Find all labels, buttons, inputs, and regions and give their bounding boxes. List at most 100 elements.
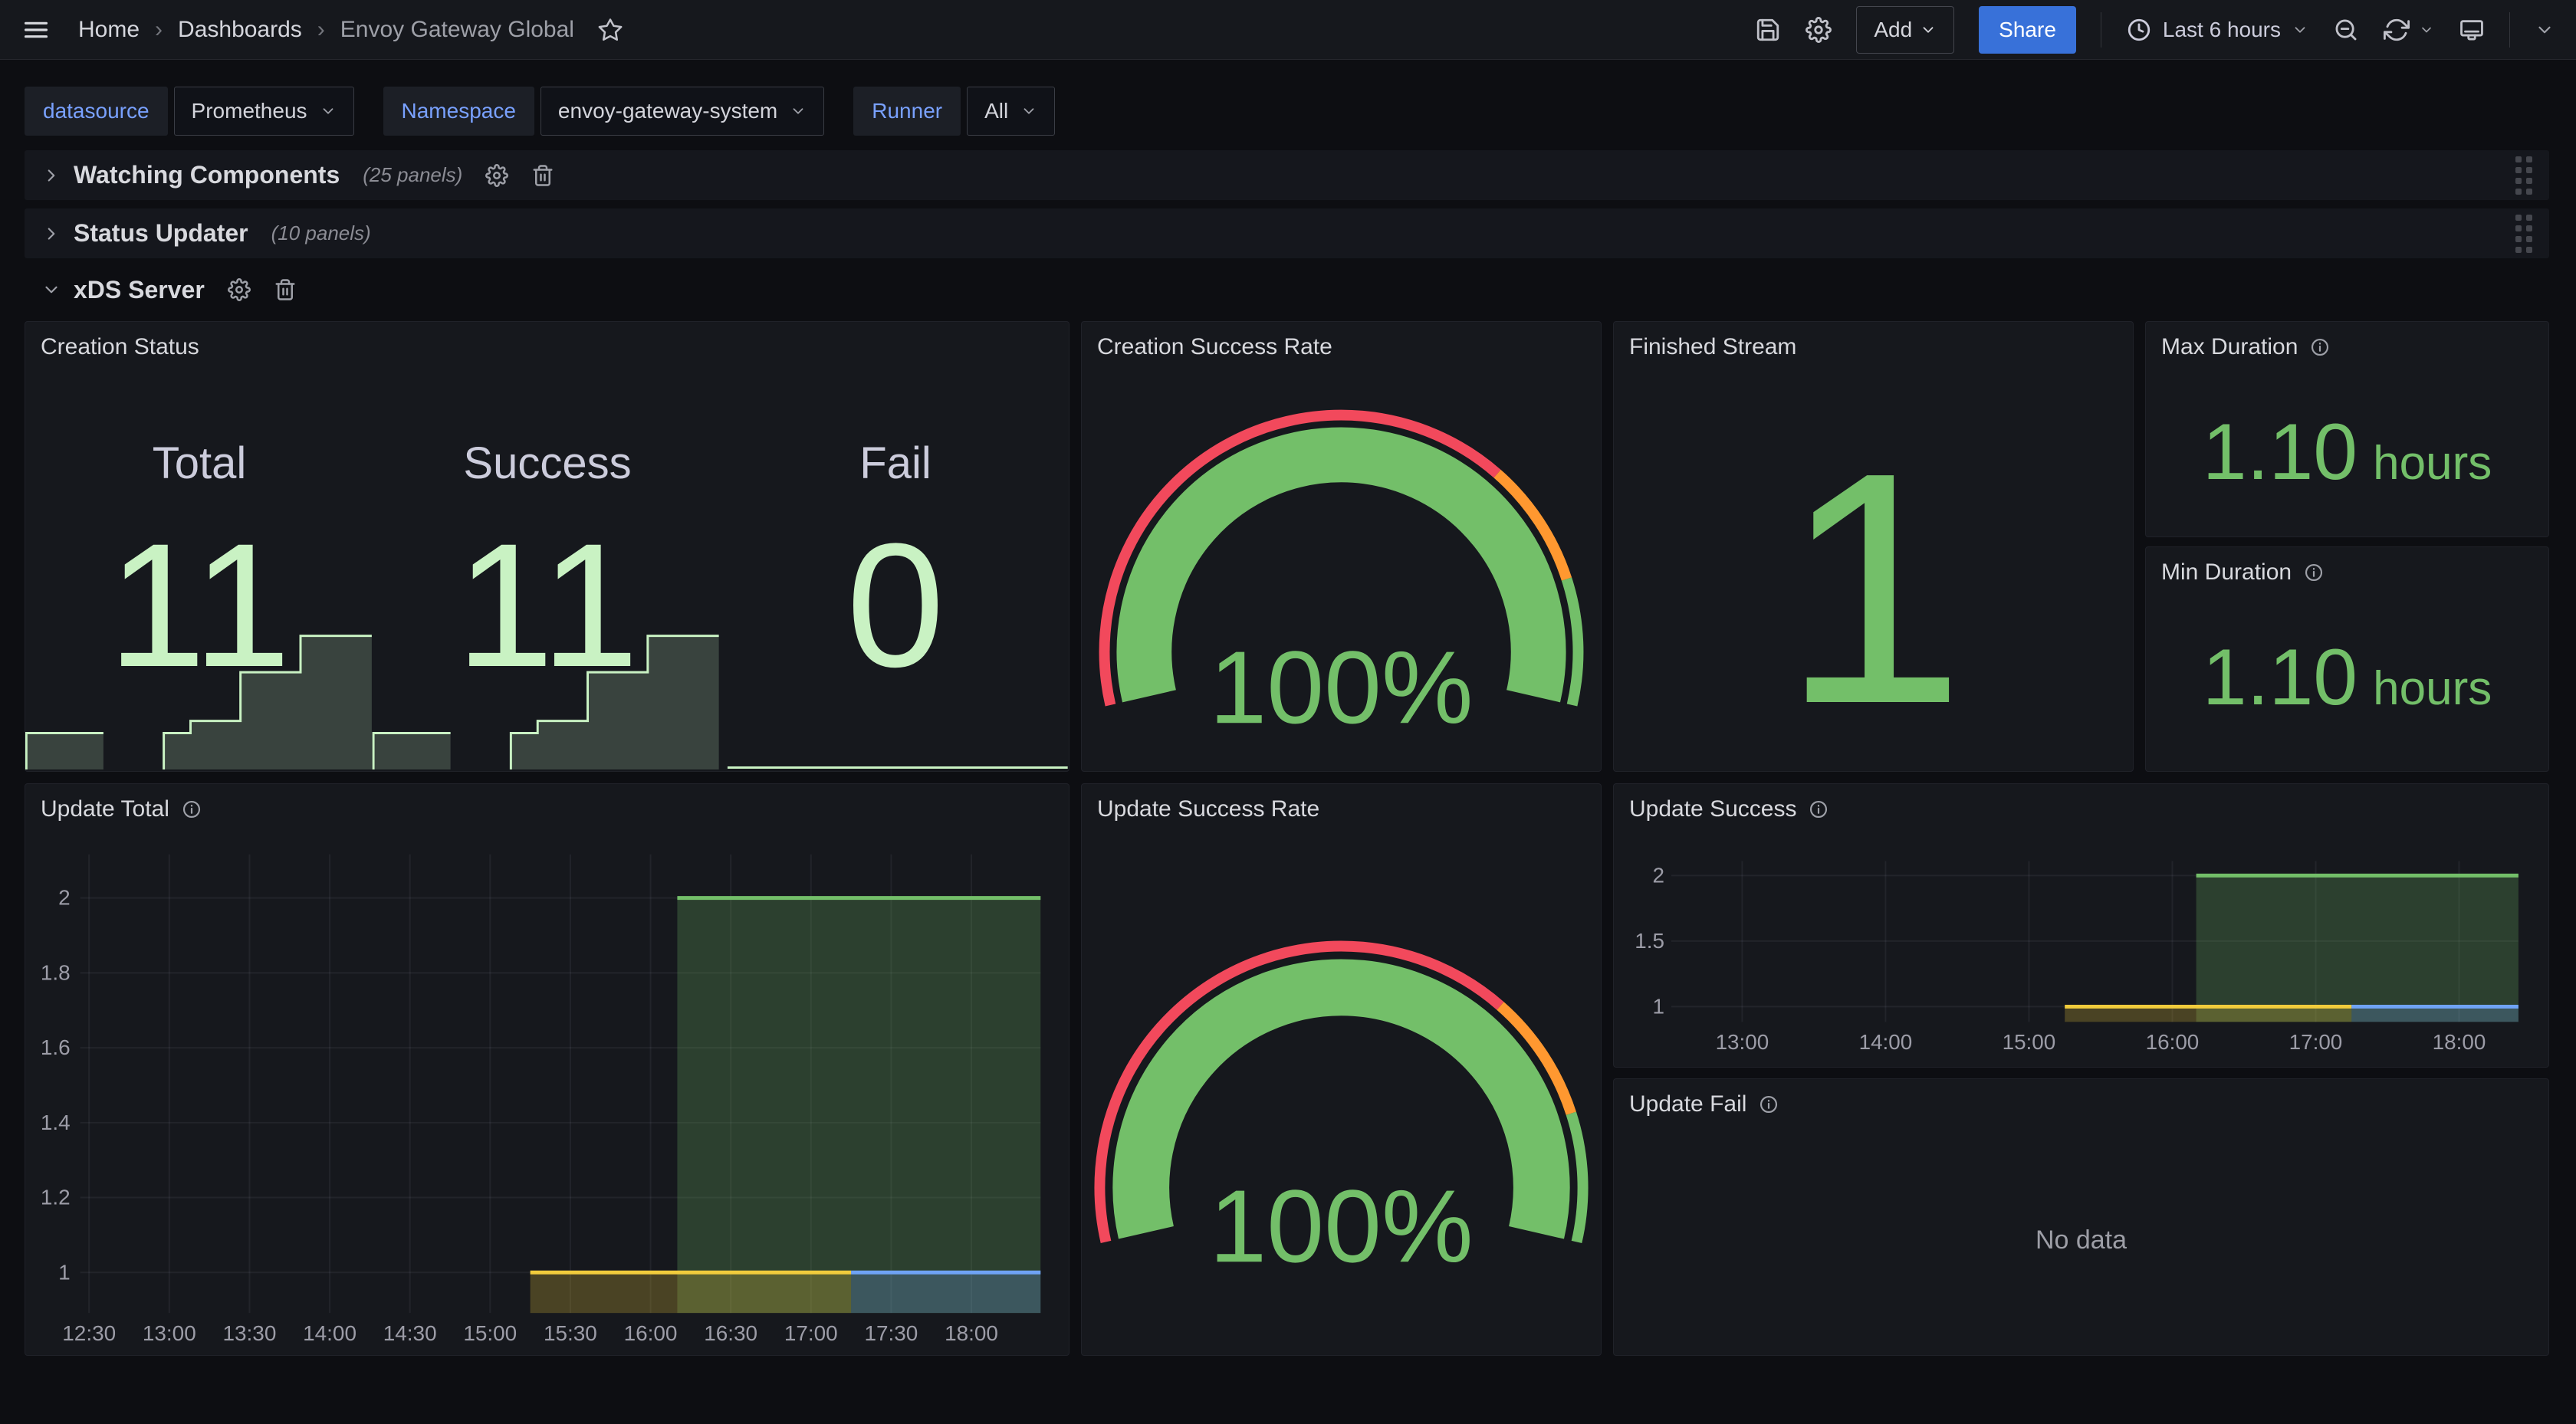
row-drag-handle[interactable] <box>2515 215 2532 253</box>
breadcrumb-separator: › <box>317 17 325 43</box>
collapse-navbar-icon[interactable] <box>2535 20 2555 40</box>
svg-text:1.6: 1.6 <box>41 1035 71 1059</box>
panel-title[interactable]: Update Fail <box>1629 1091 1779 1117</box>
row-panel-count: (10 panels) <box>271 221 371 245</box>
namespace-select[interactable]: envoy-gateway-system <box>540 87 824 136</box>
update-success-chart[interactable]: 13:0014:0015:0016:0017:0018:0011.52 <box>1614 784 2548 1067</box>
datasource-select[interactable]: Prometheus <box>174 87 354 136</box>
nav-actions: Add Share Last 6 hours <box>1755 6 2555 54</box>
save-dashboard-icon[interactable] <box>1755 17 1781 43</box>
runner-select[interactable]: All <box>967 87 1055 136</box>
add-button[interactable]: Add <box>1856 6 1954 54</box>
chevron-down-icon <box>1020 103 1037 120</box>
panel-title[interactable]: Update Total <box>41 796 202 822</box>
svg-text:16:30: 16:30 <box>704 1321 757 1345</box>
panel-creation-success-rate: Creation Success Rate 100% <box>1081 321 1602 772</box>
dashboard-settings-icon[interactable] <box>1806 17 1832 43</box>
svg-text:1.5: 1.5 <box>1635 929 1664 953</box>
svg-text:1.4: 1.4 <box>41 1111 71 1134</box>
svg-text:2: 2 <box>1652 863 1664 887</box>
panel-update-total: Update Total 12:3013:0013:3014:0014:3015… <box>25 783 1070 1356</box>
chevron-down-icon[interactable] <box>41 280 61 300</box>
panel-title[interactable]: Min Duration <box>2161 559 2324 586</box>
svg-text:13:00: 13:00 <box>143 1321 196 1345</box>
svg-text:14:00: 14:00 <box>1859 1030 1913 1054</box>
variable-label: Runner <box>853 87 961 136</box>
panel-update-success-rate: Update Success Rate 100% <box>1081 783 1602 1356</box>
variable-runner: Runner All <box>853 87 1055 136</box>
refresh-control[interactable] <box>2384 17 2434 43</box>
panel-creation-status: Creation Status Total 11 Success 11 Fail… <box>25 321 1070 772</box>
row-watching-components: Watching Components (25 panels) <box>25 150 2549 200</box>
refresh-icon <box>2384 17 2410 43</box>
panel-title[interactable]: Finished Stream <box>1629 334 1796 360</box>
svg-text:100%: 100% <box>1209 629 1473 745</box>
breadcrumb-dashboards[interactable]: Dashboards <box>178 17 302 43</box>
info-icon[interactable] <box>1809 799 1829 819</box>
stat-unit: hours <box>2373 661 2492 716</box>
row-title[interactable]: Watching Components <box>74 161 340 189</box>
panel-title[interactable]: Update Success <box>1629 796 1829 822</box>
row-status-updater: Status Updater (10 panels) <box>25 208 2549 258</box>
svg-text:14:30: 14:30 <box>383 1321 437 1345</box>
row-delete-trash-icon[interactable] <box>274 278 297 301</box>
svg-text:17:00: 17:00 <box>2289 1030 2343 1054</box>
svg-text:13:30: 13:30 <box>223 1321 277 1345</box>
row-delete-trash-icon[interactable] <box>531 164 554 187</box>
svg-text:100%: 100% <box>1209 1168 1473 1284</box>
variable-label: Namespace <box>383 87 534 136</box>
svg-text:15:30: 15:30 <box>544 1321 597 1345</box>
svg-text:2: 2 <box>58 886 71 910</box>
row-settings-gear-icon[interactable] <box>228 278 251 301</box>
info-icon[interactable] <box>182 799 202 819</box>
row-settings-gear-icon[interactable] <box>485 164 508 187</box>
panel-title[interactable]: Creation Success Rate <box>1097 334 1332 360</box>
svg-text:15:00: 15:00 <box>2003 1030 2056 1054</box>
divider <box>2509 12 2510 48</box>
time-range-picker[interactable]: Last 6 hours <box>2126 17 2308 43</box>
time-range-label: Last 6 hours <box>2163 18 2281 42</box>
info-icon[interactable] <box>2310 337 2330 357</box>
favorite-star-icon[interactable] <box>597 17 623 43</box>
chevron-right-icon[interactable] <box>41 166 61 185</box>
grafana-dashboard: Home › Dashboards › Envoy Gateway Global… <box>0 0 2576 1424</box>
row-xds-server: xDS Server <box>25 267 715 312</box>
svg-text:17:30: 17:30 <box>864 1321 918 1345</box>
row-title[interactable]: Status Updater <box>74 219 248 248</box>
runner-value: All <box>984 99 1008 123</box>
svg-text:17:00: 17:00 <box>784 1321 838 1345</box>
variable-datasource: datasource Prometheus <box>25 87 354 136</box>
svg-text:18:00: 18:00 <box>945 1321 998 1345</box>
svg-text:1: 1 <box>58 1260 71 1284</box>
breadcrumb-home[interactable]: Home <box>78 17 140 43</box>
namespace-value: envoy-gateway-system <box>558 99 777 123</box>
panel-min-duration: Min Duration 1.10 hours <box>2145 546 2549 772</box>
share-button[interactable]: Share <box>1979 6 2076 54</box>
panel-title[interactable]: Creation Status <box>41 334 199 360</box>
zoom-out-icon[interactable] <box>2333 17 2359 43</box>
update-total-chart[interactable]: 12:3013:0013:3014:0014:3015:0015:3016:00… <box>25 784 1069 1355</box>
menu-icon[interactable] <box>21 15 51 44</box>
row-drag-handle[interactable] <box>2515 156 2532 195</box>
svg-text:12:30: 12:30 <box>62 1321 116 1345</box>
row-title[interactable]: xDS Server <box>74 276 205 304</box>
stat-value: 1.10 <box>2203 412 2358 492</box>
chevron-right-icon[interactable] <box>41 224 61 244</box>
panel-update-success: Update Success 13:0014:0015:0016:0017:00… <box>1613 783 2549 1068</box>
top-nav-bar: Home › Dashboards › Envoy Gateway Global… <box>0 0 2576 60</box>
panel-update-fail: Update Fail No data <box>1613 1078 2549 1356</box>
add-button-label: Add <box>1874 18 1912 42</box>
share-button-label: Share <box>1999 18 2056 42</box>
panel-title[interactable]: Update Success Rate <box>1097 796 1319 822</box>
info-icon[interactable] <box>2304 563 2324 582</box>
variables-bar: datasource Prometheus Namespace envoy-ga… <box>25 87 1055 136</box>
chevron-down-icon <box>2419 22 2434 38</box>
info-icon[interactable] <box>1759 1094 1779 1114</box>
no-data-message: No data <box>1614 1079 2548 1355</box>
panel-title[interactable]: Max Duration <box>2161 334 2330 360</box>
tv-kiosk-icon[interactable] <box>2459 17 2485 43</box>
svg-text:18:00: 18:00 <box>2433 1030 2486 1054</box>
breadcrumb-current: Envoy Gateway Global <box>340 17 574 43</box>
chevron-down-icon <box>320 103 337 120</box>
panel-finished-stream: Finished Stream 1 <box>1613 321 2134 772</box>
